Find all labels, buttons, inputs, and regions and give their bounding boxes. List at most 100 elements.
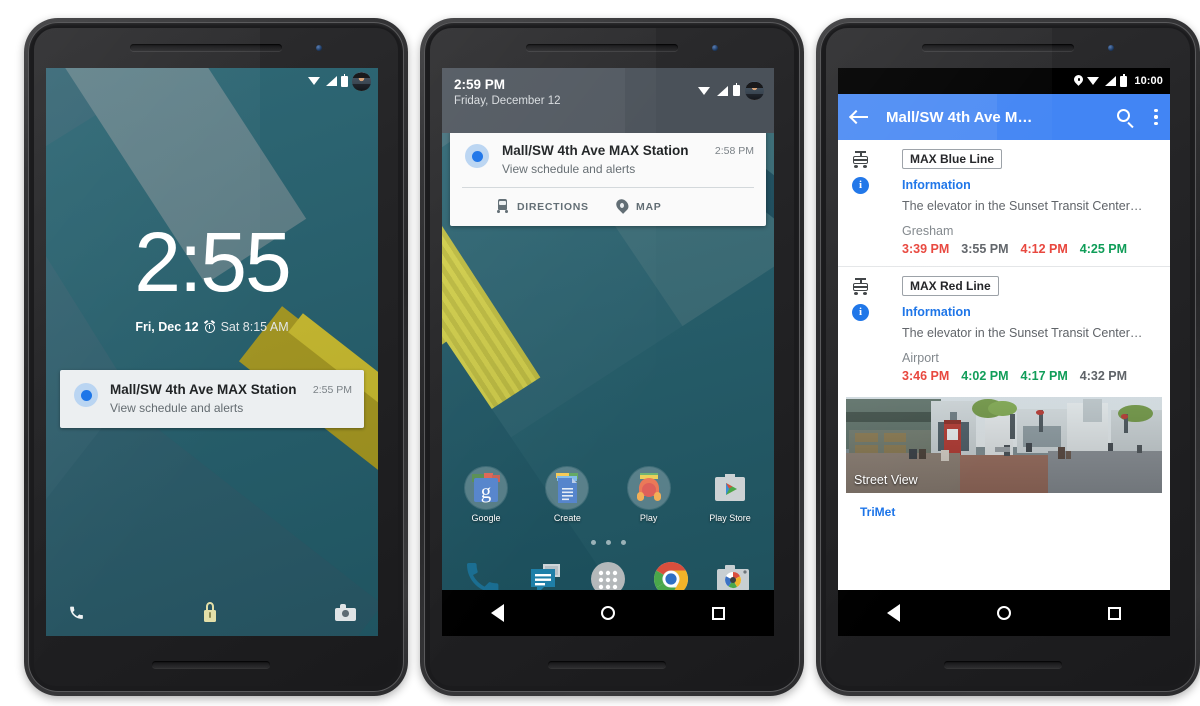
- page-dot[interactable]: [590, 540, 596, 545]
- lock-screen-phone: 2:55 Fri, Dec 12 Sat 8:15 AM Mall/SW 4th…: [24, 18, 408, 696]
- lock-date: Fri, Dec 12: [135, 320, 199, 334]
- bottom-speaker-grille: [944, 661, 1062, 668]
- departure-time: 3:55 PM: [961, 242, 1009, 256]
- transit-line-row[interactable]: i MAX Blue Line Information The elevator…: [838, 140, 1170, 266]
- avatar[interactable]: [352, 71, 371, 91]
- signal-icon: [716, 85, 728, 96]
- earpiece-grille: [130, 44, 282, 51]
- departure-times: 3:46 PM 4:02 PM 4:17 PM 4:32 PM: [902, 369, 1170, 383]
- app-icon-create[interactable]: Create: [541, 466, 593, 523]
- app-label-google: Google: [471, 513, 501, 523]
- map-pin-icon: [616, 199, 628, 214]
- map-action-button[interactable]: MAP: [616, 199, 661, 214]
- information-icon: i: [852, 304, 869, 321]
- departure-time: 4:25 PM: [1079, 242, 1127, 256]
- transit-line-row[interactable]: i MAX Red Line Information The elevator …: [838, 266, 1170, 393]
- google-folder-icon: g: [464, 466, 508, 510]
- notification-subtitle: View schedule and alerts: [502, 162, 636, 176]
- departure-time: 4:12 PM: [1020, 242, 1068, 256]
- search-icon[interactable]: [1117, 108, 1134, 128]
- home-nav-icon[interactable]: [600, 606, 615, 620]
- wallpaper: [46, 68, 378, 636]
- camera-icon[interactable]: [335, 603, 356, 621]
- home-nav-icon[interactable]: [996, 606, 1011, 620]
- app-icon-google[interactable]: g Google: [460, 466, 512, 523]
- wifi-icon: [308, 76, 321, 86]
- information-label[interactable]: Information: [902, 305, 1170, 319]
- departure-time: 3:46 PM: [902, 369, 950, 383]
- overflow-menu-icon[interactable]: [1154, 108, 1158, 126]
- phone3-status-bar: 10:00: [838, 68, 1170, 94]
- play-folder-icon: [626, 466, 671, 510]
- lock-icon[interactable]: [202, 602, 219, 622]
- create-folder-icon: [545, 466, 590, 510]
- transit-content: i MAX Blue Line Information The elevator…: [838, 140, 1170, 590]
- recents-nav-icon[interactable]: [712, 606, 726, 620]
- wifi-icon: [698, 86, 711, 96]
- play-store-icon: [708, 466, 752, 510]
- phone1-screen: 2:55 Fri, Dec 12 Sat 8:15 AM Mall/SW 4th…: [46, 68, 378, 636]
- status-icons: [308, 71, 378, 91]
- front-camera: [712, 45, 718, 51]
- alarm-icon: [203, 320, 216, 333]
- phone-glass: 2:59 PM Friday, December 12 Mall/SW 4th …: [430, 28, 794, 686]
- departure-time: 4:32 PM: [1079, 369, 1127, 383]
- trimet-link[interactable]: TriMet: [860, 505, 1170, 519]
- notification-shade-phone: 2:59 PM Friday, December 12 Mall/SW 4th …: [420, 18, 804, 696]
- app-bar: Mall/SW 4th Ave M…: [838, 94, 1170, 140]
- front-camera: [316, 45, 322, 51]
- street-view-thumbnail[interactable]: Street View: [846, 397, 1162, 493]
- lock-notification-card[interactable]: Mall/SW 4th Ave MAX Station View schedul…: [60, 370, 364, 428]
- page-title: Mall/SW 4th Ave M…: [886, 108, 1033, 126]
- back-nav-icon[interactable]: [490, 604, 504, 622]
- map-action-label: MAP: [636, 200, 662, 213]
- phone-glass: 10:00 Mall/SW 4th Ave M… i MAX Blue Line…: [826, 28, 1190, 686]
- signal-icon: [1104, 76, 1117, 86]
- battery-icon: [341, 73, 348, 87]
- directions-action-button[interactable]: DIRECTIONS: [496, 199, 616, 214]
- lock-clock: 2:55: [134, 215, 292, 309]
- expanded-notification-card[interactable]: Mall/SW 4th Ave MAX Station View schedul…: [450, 130, 766, 226]
- notification-time: 2:55 PM: [312, 384, 352, 396]
- back-arrow-icon[interactable]: [848, 109, 870, 125]
- battery-icon: [733, 83, 740, 96]
- earpiece-grille: [922, 44, 1074, 51]
- phone-icon[interactable]: [68, 604, 85, 621]
- avatar[interactable]: [745, 81, 764, 100]
- home-page-dots[interactable]: [442, 540, 774, 545]
- notification-main: Mall/SW 4th Ave MAX Station View schedul…: [60, 370, 364, 428]
- bottom-speaker-grille: [152, 661, 270, 668]
- tram-icon: [851, 151, 870, 168]
- notification-main: Mall/SW 4th Ave MAX Station View schedul…: [450, 130, 766, 187]
- departure-times: 3:39 PM 3:55 PM 4:12 PM 4:25 PM: [902, 242, 1170, 256]
- notification-subtitle: View schedule and alerts: [110, 401, 244, 415]
- bottom-speaker-grille: [548, 661, 666, 668]
- information-text: The elevator in the Sunset Transit Cente…: [902, 199, 1143, 213]
- recents-nav-icon[interactable]: [1108, 606, 1122, 620]
- page-dot[interactable]: [620, 540, 626, 545]
- street-view-label: Street View: [854, 473, 918, 487]
- app-icon-play-store[interactable]: Play Store: [704, 466, 756, 523]
- notification-badge-icon: [74, 383, 98, 407]
- screenshot-stage: 2:55 Fri, Dec 12 Sat 8:15 AM Mall/SW 4th…: [0, 0, 1200, 706]
- phone3-screen: 10:00 Mall/SW 4th Ave M… i MAX Blue Line…: [838, 68, 1170, 636]
- line-name-chip: MAX Red Line: [902, 276, 999, 296]
- phone-glass: 2:55 Fri, Dec 12 Sat 8:15 AM Mall/SW 4th…: [34, 28, 398, 686]
- page-dot[interactable]: [605, 540, 611, 545]
- notification-actions: DIRECTIONS MAP: [450, 188, 766, 226]
- destination-label: Airport: [902, 351, 939, 365]
- departure-time: 4:17 PM: [1020, 369, 1068, 383]
- phone2-screen: 2:59 PM Friday, December 12 Mall/SW 4th …: [442, 68, 774, 636]
- battery-icon: [1120, 73, 1128, 87]
- back-nav-icon[interactable]: [886, 604, 900, 622]
- phone3-navbar: [838, 590, 1170, 636]
- notification-title: Mall/SW 4th Ave MAX Station: [502, 143, 689, 158]
- tram-icon: [851, 278, 870, 295]
- lock-date-row: Fri, Dec 12 Sat 8:15 AM: [46, 320, 378, 334]
- app-icon-play[interactable]: Play: [623, 466, 675, 523]
- transit-app-phone: 10:00 Mall/SW 4th Ave M… i MAX Blue Line…: [816, 18, 1200, 696]
- information-text: The elevator in the Sunset Transit Cente…: [902, 326, 1143, 340]
- app-label-create: Create: [553, 513, 581, 523]
- information-label[interactable]: Information: [902, 178, 1170, 192]
- notification-body: Mall/SW 4th Ave MAX Station View schedul…: [110, 381, 305, 416]
